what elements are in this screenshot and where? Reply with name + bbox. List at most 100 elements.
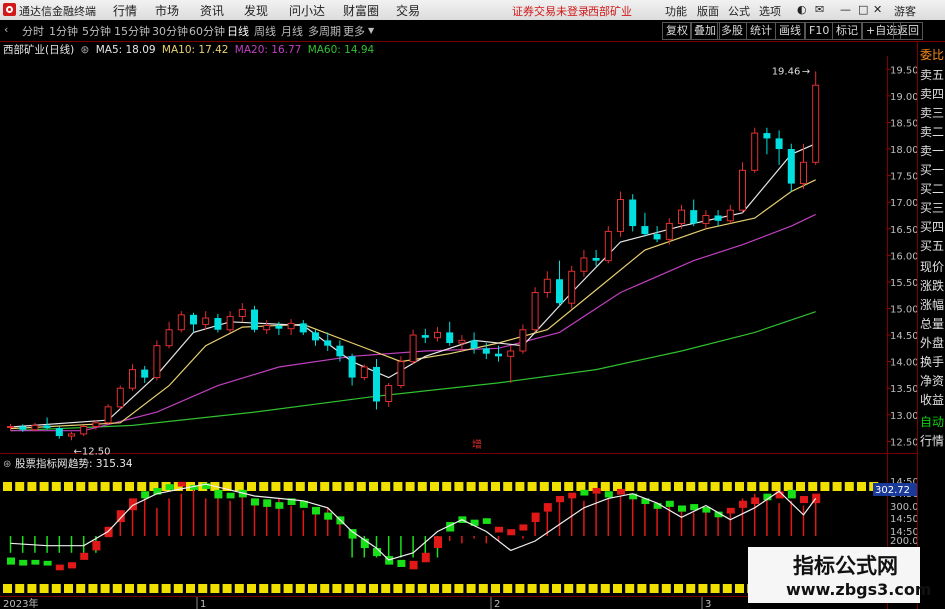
candle-body-up xyxy=(434,331,441,339)
menu-news[interactable]: 资讯 xyxy=(200,2,224,19)
login-notice[interactable]: 证券交易未登录 xyxy=(512,3,589,19)
restore-rights-button[interactable]: 复权 xyxy=(662,22,692,40)
menu-options[interactable]: 选项 xyxy=(759,3,781,19)
indicator-axis-label: 14:50 xyxy=(890,514,917,525)
indicator-yellow-block xyxy=(356,482,366,491)
kline-chart[interactable]: 19.50 19.00 18.50 18.00 17.50 17.00 16.50 16.00… xyxy=(0,56,917,609)
menu-ask-xiaoda[interactable]: 问小达 xyxy=(289,2,325,19)
indicator-yellow-block xyxy=(808,482,818,491)
sidebar-item-5[interactable]: 卖一 xyxy=(920,142,945,159)
sidebar-item-16[interactable]: 换手 xyxy=(920,353,945,370)
skin-icon[interactable]: ◐ xyxy=(797,3,807,16)
more-dropdown-icon[interactable]: ▼ xyxy=(368,26,374,35)
candle-body-down xyxy=(421,335,429,338)
indicator-yellow-block xyxy=(271,482,281,491)
menu-trade[interactable]: 交易 xyxy=(396,2,420,19)
sidebar-item-18[interactable]: 收益 xyxy=(920,391,945,408)
toolbar-arrow-icon[interactable]: ‹ xyxy=(4,23,8,36)
sidebar-item-17[interactable]: 净资 xyxy=(920,372,945,389)
watermark-title: 指标公式网 xyxy=(793,554,898,578)
message-icon[interactable]: ✉ xyxy=(815,3,824,16)
sidebar-item-11[interactable]: 现价 xyxy=(920,258,945,275)
indicator-yellow-block xyxy=(491,584,500,593)
candle-body-up xyxy=(165,329,173,347)
sidebar-item-8[interactable]: 买三 xyxy=(920,199,945,216)
period-weekly[interactable]: 周线 xyxy=(254,23,276,39)
indicator-yellow-block xyxy=(417,482,427,491)
sidebar-item-14[interactable]: 总量 xyxy=(920,315,945,332)
sidebar-item-13[interactable]: 涨幅 xyxy=(920,296,945,313)
f10-button[interactable]: F10 xyxy=(805,22,834,40)
indicator-yellow-block xyxy=(234,584,244,593)
indicator-box xyxy=(421,552,430,563)
indicator-yellow-block xyxy=(222,584,232,593)
indicator-yellow-block xyxy=(442,584,452,593)
guest-label[interactable]: 游客 xyxy=(894,3,916,19)
period-multi[interactable]: 多周期 xyxy=(308,23,341,39)
draw-line-button[interactable]: 画线 xyxy=(775,22,805,40)
minimize-icon[interactable]: — xyxy=(840,3,851,16)
menu-market-quotes[interactable]: 行情 xyxy=(113,2,137,19)
indicator-yellow-block xyxy=(564,584,574,593)
sidebar-item-2[interactable]: 卖四 xyxy=(920,85,945,102)
period-5min[interactable]: 5分钟 xyxy=(82,23,111,39)
menu-discover[interactable]: 发现 xyxy=(244,2,268,19)
close-icon[interactable]: ✕ xyxy=(873,3,882,16)
price-tick-label: 18.00 xyxy=(890,145,917,156)
overlay-button[interactable]: 叠加 xyxy=(690,22,720,40)
mark-button[interactable]: 标记 xyxy=(832,22,862,40)
sidebar-item-19[interactable]: 自动 xyxy=(920,413,945,430)
candle-body-up xyxy=(397,361,405,387)
period-daily[interactable]: 日线 xyxy=(227,23,249,39)
sidebar-item-20[interactable]: 行情 xyxy=(920,432,945,449)
multi-stock-button[interactable]: 多股 xyxy=(717,22,747,40)
sidebar-item-6[interactable]: 买一 xyxy=(920,161,945,178)
indicator-box xyxy=(800,496,808,504)
sidebar-item-4[interactable]: 卖二 xyxy=(920,123,945,140)
period-timeshare[interactable]: 分时 xyxy=(22,23,44,39)
date-axis-label: 1 xyxy=(200,599,206,609)
back-button[interactable]: 返回 xyxy=(893,22,923,40)
candle-body-up xyxy=(385,385,393,403)
sidebar-item-10[interactable]: 买五 xyxy=(920,237,945,254)
increase-marker: 增 xyxy=(472,438,482,451)
low-price-label: ←12.50 xyxy=(74,446,111,457)
indicator-yellow-block xyxy=(783,482,793,491)
sidebar-item-0[interactable]: 委比 xyxy=(920,46,945,63)
sidebar-item-15[interactable]: 外盘 xyxy=(920,334,945,351)
indicator-box xyxy=(409,560,418,570)
candle-body-down xyxy=(299,323,307,333)
indicator-box xyxy=(678,505,686,512)
sidebar-item-1[interactable]: 卖五 xyxy=(920,66,945,83)
maximize-icon[interactable]: □ xyxy=(858,3,868,16)
period-more[interactable]: 更多 xyxy=(343,23,365,39)
candle-body-down xyxy=(653,234,661,240)
menu-layout[interactable]: 版面 xyxy=(697,3,719,19)
sidebar-item-9[interactable]: 买四 xyxy=(920,218,945,235)
period-monthly[interactable]: 月线 xyxy=(281,23,303,39)
menu-formula[interactable]: 公式 xyxy=(728,3,750,19)
candle-body-up xyxy=(287,322,295,330)
period-15min[interactable]: 15分钟 xyxy=(114,23,150,39)
sidebar-item-12[interactable]: 涨跌 xyxy=(920,277,945,294)
menu-function[interactable]: 功能 xyxy=(665,3,687,19)
indicator-yellow-block xyxy=(173,584,183,593)
candle-body-up xyxy=(568,270,576,304)
period-1min[interactable]: 1分钟 xyxy=(49,23,78,39)
settings-gear-icon[interactable]: ⊛ xyxy=(81,44,90,56)
menu-wealth-circle[interactable]: 财富圈 xyxy=(343,2,379,19)
price-tick-label: 13.50 xyxy=(890,384,917,395)
indicator-yellow-block xyxy=(417,584,427,593)
indicator-box xyxy=(80,552,89,560)
statistics-button[interactable]: 统计 xyxy=(746,22,776,40)
menu-market[interactable]: 市场 xyxy=(155,2,179,19)
sidebar-item-7[interactable]: 买二 xyxy=(920,180,945,197)
period-30min[interactable]: 30分钟 xyxy=(152,23,188,39)
indicator-yellow-block xyxy=(15,482,25,491)
candle-body-down xyxy=(763,133,771,139)
period-60min[interactable]: 60分钟 xyxy=(189,23,225,39)
sidebar-item-3[interactable]: 卖三 xyxy=(920,104,945,121)
indicator-yellow-block xyxy=(320,482,330,491)
candle-body-down xyxy=(690,210,698,224)
candle-body-down xyxy=(556,279,563,304)
